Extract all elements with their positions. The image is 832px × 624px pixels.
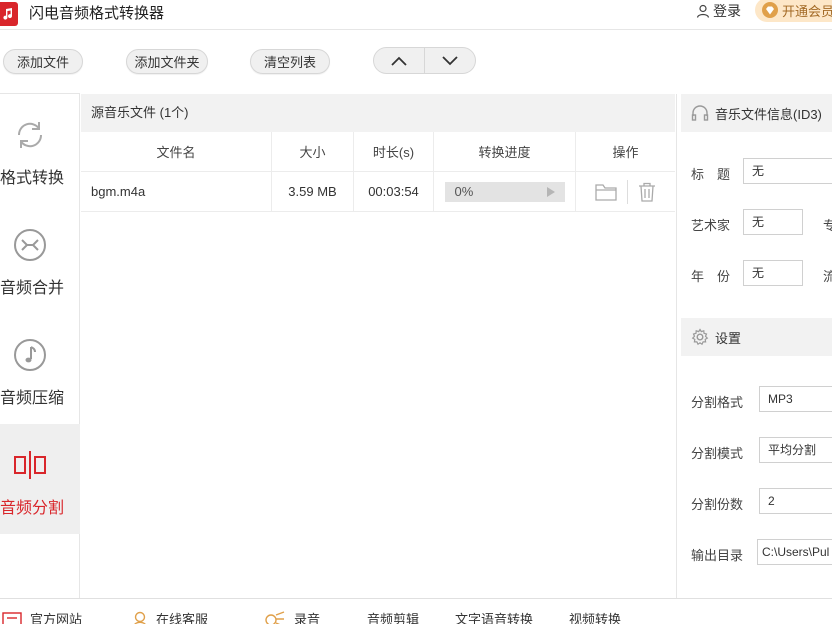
progress-bar: 0% bbox=[444, 181, 565, 202]
record-link[interactable]: 录音 bbox=[264, 609, 320, 624]
split-icon bbox=[14, 451, 46, 479]
move-down-button[interactable] bbox=[425, 48, 475, 73]
video-convert-link[interactable]: 视频转换 bbox=[569, 609, 621, 624]
toolbar: 添加文件 添加文件夹 清空列表 bbox=[0, 30, 832, 93]
website-link[interactable]: 官方网站 bbox=[2, 609, 82, 624]
split-format-label: 分割格式 bbox=[691, 395, 744, 410]
sidebar-item-format-convert[interactable]: 格式转换 bbox=[0, 94, 80, 204]
year-label: 年 份 bbox=[691, 269, 731, 284]
id3-info-title: 音乐文件信息(ID3) bbox=[715, 106, 822, 122]
title-bar: 闪电音频格式转换器 登录 开通会员 bbox=[0, 0, 832, 30]
progress-cell: 0% bbox=[434, 172, 576, 211]
user-icon bbox=[696, 4, 710, 18]
sidebar-item-label: 格式转换 bbox=[0, 170, 65, 187]
tts-link[interactable]: 文字语音转换 bbox=[455, 609, 533, 624]
add-folder-button[interactable]: 添加文件夹 bbox=[126, 49, 208, 74]
title-label: 标 题 bbox=[691, 167, 731, 182]
vip-button[interactable]: 开通会员 bbox=[755, 0, 832, 22]
diamond-icon bbox=[762, 2, 778, 18]
file-size: 3.59 MB bbox=[272, 172, 354, 211]
clear-list-button[interactable]: 清空列表 bbox=[250, 49, 330, 74]
app-logo-icon bbox=[0, 2, 18, 26]
file-duration: 00:03:54 bbox=[354, 172, 434, 211]
progress-text: 0% bbox=[454, 184, 474, 199]
year-input[interactable]: 无 bbox=[743, 260, 803, 286]
add-file-button[interactable]: 添加文件 bbox=[3, 49, 83, 74]
move-up-button[interactable] bbox=[374, 48, 425, 73]
split-count-label: 分割份数 bbox=[691, 497, 744, 512]
album-label: 专 bbox=[823, 218, 832, 233]
chevron-up-icon bbox=[391, 56, 407, 66]
title-input[interactable]: 无 bbox=[743, 158, 832, 184]
support-icon bbox=[133, 611, 147, 624]
audio-edit-link[interactable]: 音频剪辑 bbox=[367, 609, 419, 624]
artist-input[interactable]: 无 bbox=[743, 209, 803, 235]
file-list-header: 源音乐文件 (1个) bbox=[81, 94, 675, 132]
gear-icon bbox=[691, 328, 709, 346]
genre-label: 流 bbox=[823, 269, 832, 284]
col-header-actions: 操作 bbox=[612, 145, 639, 160]
actions-cell bbox=[576, 172, 675, 211]
sidebar-item-audio-split[interactable]: 音频分割 bbox=[0, 424, 80, 534]
record-label: 录音 bbox=[294, 612, 321, 624]
chevron-down-icon bbox=[442, 55, 458, 65]
app-title: 闪电音频格式转换器 bbox=[29, 5, 165, 22]
sidebar-item-label: 音频压缩 bbox=[0, 390, 65, 407]
sidebar-item-audio-merge[interactable]: 音频合并 bbox=[0, 204, 80, 314]
sidebar-item-label: 音频分割 bbox=[0, 500, 65, 517]
split-format-select[interactable]: MP3 bbox=[759, 386, 832, 412]
login-button[interactable]: 登录 bbox=[696, 1, 741, 21]
col-header-progress: 转换进度 bbox=[434, 132, 576, 171]
split-mode-select[interactable]: 平均分割 bbox=[759, 437, 832, 463]
music-note-icon bbox=[14, 339, 46, 371]
support-label: 在线客服 bbox=[156, 612, 209, 624]
sidebar: 格式转换 音频合并 音频压缩 音频分割 bbox=[0, 93, 80, 598]
table-row[interactable]: bgm.m4a 3.59 MB 00:03:54 0% bbox=[81, 172, 675, 212]
col-header-size: 大小 bbox=[272, 132, 354, 171]
action-divider bbox=[627, 179, 628, 204]
settings-title: 设置 bbox=[715, 330, 742, 346]
output-dir-label: 输出目录 bbox=[691, 548, 744, 563]
merge-icon bbox=[14, 229, 46, 261]
col-header-duration: 时长(s) bbox=[354, 132, 434, 171]
right-panel: 音乐文件信息(ID3) 标 题 无 艺术家 无 专 年 份 无 流 设置 分割格… bbox=[676, 94, 832, 598]
monitor-icon bbox=[2, 611, 22, 624]
file-name: bgm.m4a bbox=[81, 172, 272, 211]
settings-header: 设置 bbox=[681, 318, 832, 356]
sidebar-item-audio-compress[interactable]: 音频压缩 bbox=[0, 314, 80, 424]
artist-label: 艺术家 bbox=[691, 218, 731, 233]
support-link[interactable]: 在线客服 bbox=[132, 609, 208, 624]
refresh-icon bbox=[17, 122, 43, 148]
vip-label: 开通会员 bbox=[782, 3, 832, 19]
move-buttons bbox=[373, 47, 476, 74]
sidebar-item-label: 音频合并 bbox=[0, 280, 65, 297]
record-icon bbox=[265, 610, 285, 624]
trash-icon[interactable] bbox=[638, 182, 656, 202]
table-header: 文件名 大小 时长(s) 转换进度 操作 bbox=[81, 132, 675, 172]
split-mode-label: 分割模式 bbox=[691, 446, 744, 461]
id3-info-header: 音乐文件信息(ID3) bbox=[681, 94, 832, 132]
login-label: 登录 bbox=[713, 3, 741, 19]
file-list: 源音乐文件 (1个) 文件名 大小 时长(s) 转换进度 操作 bgm.m4a … bbox=[81, 94, 675, 598]
website-label: 官方网站 bbox=[30, 612, 83, 624]
split-count-input[interactable]: 2 bbox=[759, 488, 832, 514]
headphones-icon bbox=[691, 105, 709, 121]
col-header-name: 文件名 bbox=[81, 132, 272, 171]
play-icon[interactable] bbox=[546, 186, 555, 197]
folder-icon[interactable] bbox=[595, 183, 617, 201]
bottom-bar: 官方网站 在线客服 录音 音频剪辑 文字语音转换 视频转换 bbox=[0, 598, 832, 624]
output-dir-input[interactable]: C:\Users\Pul bbox=[757, 539, 832, 565]
